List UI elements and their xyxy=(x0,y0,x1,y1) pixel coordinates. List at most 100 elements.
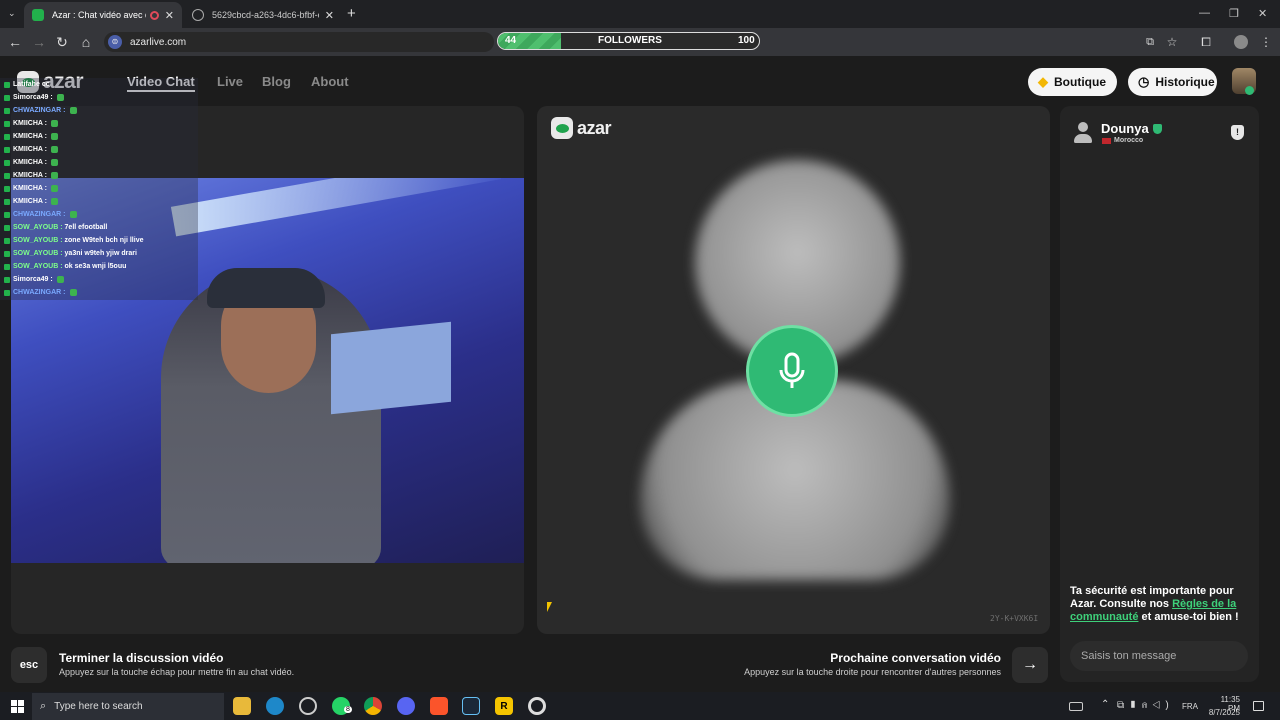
partner-country: Morocco xyxy=(1114,137,1144,144)
notifications-icon[interactable] xyxy=(1253,701,1264,711)
end-chat-title: Terminer la discussion vidéo xyxy=(59,651,224,665)
back-icon[interactable]: ← xyxy=(6,33,24,51)
chat-badge-icon xyxy=(4,159,10,166)
chat-emote-icon xyxy=(69,289,77,296)
chat-emote-icon xyxy=(50,172,58,179)
clock-date[interactable]: 8/7/2025 xyxy=(1205,708,1240,717)
extensions-icon[interactable]: ⧠ xyxy=(1197,33,1215,51)
end-chat-hint: Appuyez sur la touche échap pour mettre … xyxy=(59,667,295,677)
maximize-button[interactable]: ❐ xyxy=(1229,7,1239,20)
menu-icon[interactable]: ⋮ xyxy=(1257,33,1275,51)
chat-badge-icon xyxy=(4,198,10,205)
chat-overlay-row: SOW_AYOUB : ok se3a wnji l5ouu xyxy=(4,260,126,273)
chat-badge-icon xyxy=(4,263,10,270)
chat-emote-icon xyxy=(69,211,77,218)
nav-live[interactable]: Live xyxy=(217,74,243,89)
chat-username: KMIICHA : xyxy=(13,185,47,192)
chat-username: KMIICHA : xyxy=(13,159,47,166)
app-icon[interactable] xyxy=(299,697,317,715)
windows-start-icon[interactable] xyxy=(11,700,24,713)
new-tab-button[interactable]: + xyxy=(347,5,356,22)
home-icon[interactable]: ⌂ xyxy=(77,33,95,51)
chat-badge-icon xyxy=(4,120,10,127)
taskbar-search[interactable]: ⌕ Type here to search xyxy=(32,693,224,720)
nav-blog[interactable]: Blog xyxy=(262,74,291,89)
partner-avatar-icon xyxy=(1073,122,1093,144)
chat-badge-icon xyxy=(4,94,10,101)
edge-icon[interactable] xyxy=(266,697,284,715)
recording-icon xyxy=(149,10,159,20)
light-streak xyxy=(170,178,502,237)
discord-icon[interactable] xyxy=(397,697,415,715)
chrome-icon[interactable] xyxy=(364,697,382,715)
tab-close-icon[interactable]: ✕ xyxy=(325,9,334,22)
microphone-button[interactable] xyxy=(746,325,838,417)
chat-username: Latifahe xyxy=(13,81,40,88)
brave-icon[interactable] xyxy=(430,697,448,715)
chat-overlay-row: Simorca49 : xyxy=(4,273,64,286)
chat-emote-icon xyxy=(50,159,58,166)
chat-message: ok se3a wnji l5ouu xyxy=(64,263,127,270)
remote-azar-logo: azar xyxy=(551,117,612,139)
chat-overlay-row: Simorca49 : xyxy=(4,91,64,104)
chat-overlay-row: CHWAZINGAR : xyxy=(4,286,77,299)
nav-about[interactable]: About xyxy=(311,74,349,89)
next-chat-title: Prochaine conversation vidéo xyxy=(830,651,1001,665)
chat-username: Simorca49 : xyxy=(13,94,53,101)
site-info-icon[interactable]: ⊜ xyxy=(108,35,122,49)
keyboard-icon[interactable] xyxy=(1069,702,1083,711)
chat-emote-icon xyxy=(50,185,58,192)
chat-emote-icon xyxy=(50,120,58,127)
bookmark-star-icon[interactable]: ☆ xyxy=(1163,33,1181,51)
verified-badge-icon xyxy=(1153,124,1162,134)
boutique-label: Boutique xyxy=(1054,75,1106,89)
tray-chevron-icon[interactable]: ⌃ xyxy=(1101,699,1109,710)
esc-key-button[interactable]: esc xyxy=(11,647,47,683)
tab-close-icon[interactable]: ✕ xyxy=(165,9,174,22)
report-shield-icon[interactable]: ! xyxy=(1231,125,1244,140)
obs-icon[interactable] xyxy=(528,697,546,715)
followers-label: FOLLOWERS xyxy=(598,35,662,46)
reload-icon[interactable]: ↻ xyxy=(53,33,71,51)
forward-icon[interactable]: → xyxy=(30,33,48,51)
streamer-cap xyxy=(207,268,325,308)
chat-badge-icon xyxy=(4,107,10,114)
language-indicator[interactable]: FRA xyxy=(1182,702,1198,711)
historique-button[interactable]: ◷ Historique xyxy=(1128,68,1217,96)
install-app-icon[interactable]: ⧉ xyxy=(1141,33,1159,51)
chat-overlay-row: KMIICHA : xyxy=(4,130,58,143)
chat-badge-icon xyxy=(4,185,10,192)
whatsapp-badge: 8 xyxy=(344,706,352,713)
mouse-cursor-icon xyxy=(547,602,552,612)
clock-icon: ◷ xyxy=(1138,74,1150,89)
chat-emote-icon xyxy=(50,146,58,153)
tab-title: 5629cbcd-a263-4dc6-bfbf-c65 xyxy=(212,10,319,20)
chat-message: zone W9teh bch nji llive xyxy=(64,237,144,244)
message-input[interactable] xyxy=(1070,641,1248,671)
tab-list-chevron-icon[interactable]: ⌄ xyxy=(8,8,16,19)
chat-username: SOW_AYOUB : xyxy=(13,250,63,257)
minimize-button[interactable]: — xyxy=(1199,7,1210,19)
safety-notice: Ta sécurité est importante pour Azar. Co… xyxy=(1070,585,1250,624)
address-bar[interactable]: ⊜ azarlive.com xyxy=(104,32,494,52)
microphone-icon xyxy=(779,352,805,388)
profile-icon[interactable] xyxy=(1234,35,1248,49)
boutique-button[interactable]: ◆ Boutique xyxy=(1028,68,1117,96)
tab-second[interactable]: 5629cbcd-a263-4dc6-bfbf-c65 ✕ xyxy=(184,2,342,28)
country-flag-icon xyxy=(1102,138,1111,144)
rockstar-icon[interactable]: R xyxy=(495,697,513,715)
steam-icon[interactable] xyxy=(462,697,480,715)
close-window-button[interactable]: ✕ xyxy=(1258,7,1267,20)
chat-username: KMIICHA : xyxy=(13,120,47,127)
historique-label: Historique xyxy=(1155,75,1215,89)
chat-message: cc xyxy=(41,81,50,88)
file-explorer-icon[interactable] xyxy=(233,697,251,715)
chat-badge-icon xyxy=(4,211,10,218)
chat-username: KMIICHA : xyxy=(13,146,47,153)
tab-azar[interactable]: Azar : Chat vidéo avec de r ✕ xyxy=(24,2,182,28)
tray-icons: ⧉▮⋒◁) xyxy=(1117,700,1174,711)
next-chat-button[interactable]: → xyxy=(1012,647,1048,683)
chat-badge-icon xyxy=(4,224,10,231)
chat-overlay-row: KMIICHA : xyxy=(4,169,58,182)
chat-badge-icon xyxy=(4,276,10,283)
